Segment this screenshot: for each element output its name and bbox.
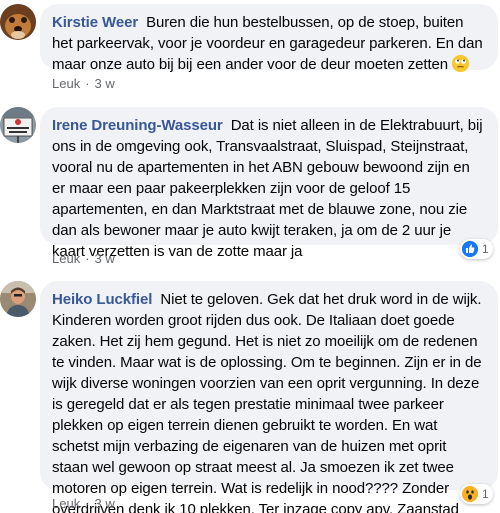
comment-timestamp[interactable]: 3 w [95, 496, 115, 511]
comment-author[interactable]: Heiko Luckfiel [52, 291, 152, 308]
comment-author[interactable]: Irene Dreuning-Wasseur [52, 117, 223, 134]
like-button[interactable]: Leuk [52, 496, 80, 511]
reaction-count: 1 [482, 242, 489, 256]
separator-dot: · [85, 76, 90, 91]
like-button[interactable]: Leuk [52, 251, 80, 266]
comment-timestamp[interactable]: 3 w [95, 76, 115, 91]
comment-actions: Leuk · 3 w [52, 496, 115, 511]
reaction-summary[interactable]: 1 [460, 239, 493, 259]
like-reaction-icon [462, 241, 478, 257]
reaction-count: 1 [482, 487, 489, 501]
comment-text: Dat is niet alleen in de Elektrabuurt, b… [52, 117, 483, 260]
avatar[interactable] [0, 107, 36, 143]
dog-avatar-image [0, 4, 36, 40]
wow-reaction-icon [462, 486, 478, 502]
comment-bubble: Kirstie Weer Buren die hun bestelbussen,… [40, 4, 498, 73]
face-with-rolling-eyes-emoji [452, 55, 470, 72]
comment-bubble: Irene Dreuning-Wasseur Dat is niet allee… [40, 107, 498, 260]
comment-bubble: Heiko Luckfiel Niet te geloven. Gek dat … [40, 281, 498, 513]
person-avatar-image [0, 281, 36, 317]
avatar[interactable] [0, 281, 36, 317]
avatar[interactable] [0, 4, 36, 40]
comment-actions: Leuk · 3 w [52, 251, 115, 266]
separator-dot: · [85, 251, 90, 266]
comment-text: Niet te geloven. Gek dat het druk word i… [52, 291, 482, 513]
comment-author[interactable]: Kirstie Weer [52, 14, 138, 31]
comment-timestamp[interactable]: 3 w [95, 251, 115, 266]
reaction-summary[interactable]: 1 [460, 484, 493, 504]
signboard-avatar-image [0, 107, 36, 143]
comment-actions: Leuk · 3 w [52, 76, 115, 91]
like-button[interactable]: Leuk [52, 76, 80, 91]
separator-dot: · [85, 496, 90, 511]
